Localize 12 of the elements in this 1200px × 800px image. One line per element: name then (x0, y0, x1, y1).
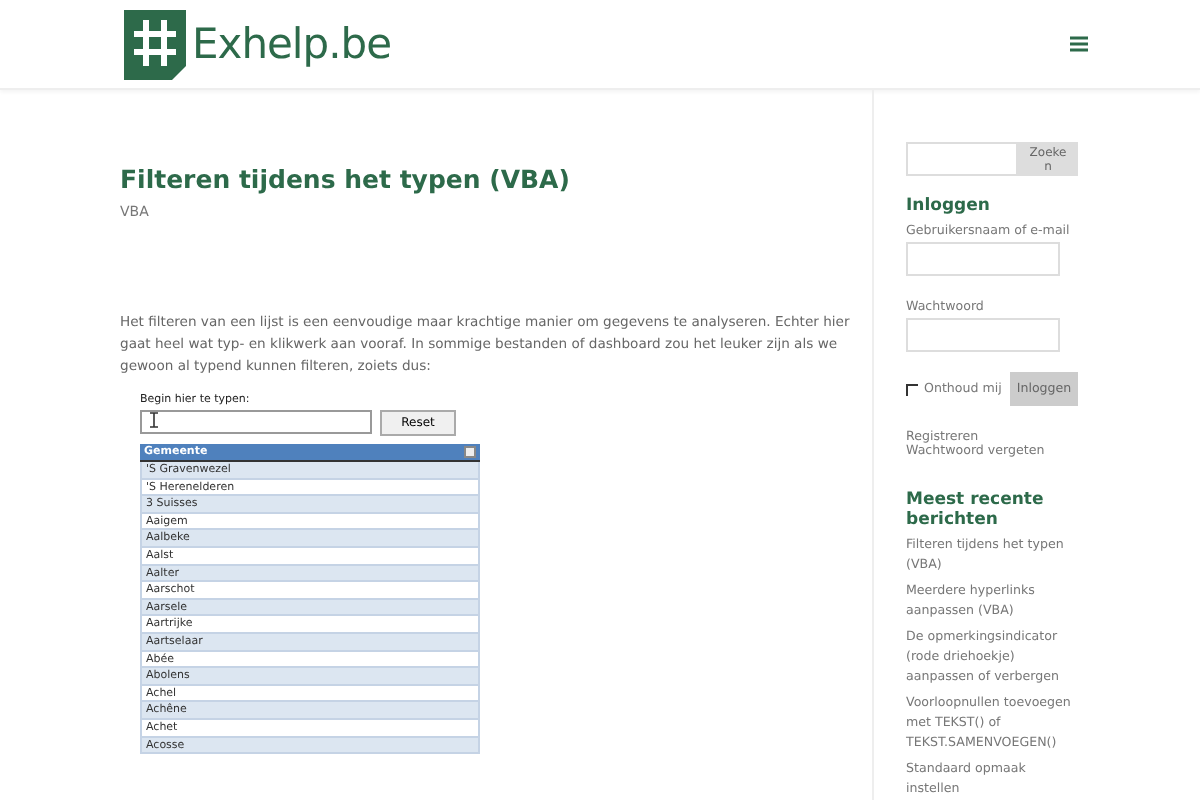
text-cursor-icon (150, 412, 158, 428)
logo-icon (124, 9, 186, 79)
article-title: Filteren tijdens het typen (VBA) (120, 164, 572, 194)
remember-checkbox[interactable] (906, 383, 918, 395)
site-logo-text[interactable]: Exhelp.be (192, 20, 392, 68)
password-field[interactable] (906, 318, 1060, 352)
menu-icon[interactable] (1070, 36, 1088, 52)
username-field[interactable] (906, 242, 1060, 276)
login-heading: Inloggen (906, 196, 992, 216)
recent-posts-heading: Meest recente berichten (906, 490, 1046, 530)
search-field[interactable] (906, 142, 1018, 176)
dropdown-icon (464, 446, 476, 458)
